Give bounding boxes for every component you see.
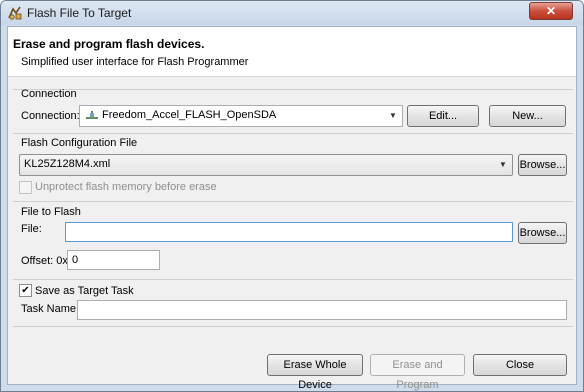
- save-target-task-checkbox[interactable]: ✔: [19, 284, 32, 297]
- window-close-button[interactable]: ✕: [529, 2, 573, 20]
- file-group-title: File to Flash: [21, 206, 81, 218]
- close-button[interactable]: Close: [473, 354, 567, 376]
- file-browse-button[interactable]: Browse...: [518, 222, 567, 244]
- checkmark-icon: ✔: [21, 285, 30, 296]
- save-target-task-label: Save as Target Task: [35, 285, 134, 297]
- dialog-heading: Erase and program flash devices.: [13, 37, 205, 51]
- connection-select[interactable]: Freedom_Accel_FLASH_OpenSDA ▼: [79, 105, 403, 127]
- flash-config-separator: [13, 133, 573, 134]
- dialog-header: Erase and program flash devices. Simplif…: [8, 27, 576, 77]
- task-name-label: Task Name:: [21, 303, 80, 315]
- dialog-window: Flash File To Target ✕ Erase and program…: [0, 0, 584, 392]
- offset-label: Offset: 0x: [21, 255, 68, 267]
- file-input[interactable]: [65, 222, 513, 242]
- file-group-separator: [13, 201, 573, 202]
- offset-input[interactable]: [67, 250, 160, 270]
- file-label: File:: [21, 223, 42, 235]
- title-bar[interactable]: Flash File To Target ✕: [1, 1, 583, 25]
- app-icon: [8, 6, 22, 20]
- chevron-down-icon[interactable]: ▼: [494, 155, 512, 175]
- dialog-description: Simplified user interface for Flash Prog…: [21, 56, 249, 68]
- flash-config-browse-button[interactable]: Browse...: [518, 154, 567, 176]
- dialog-client-area: Erase and program flash devices. Simplif…: [7, 26, 577, 391]
- erase-whole-device-button[interactable]: Erase Whole Device: [267, 354, 363, 391]
- close-icon: ✕: [545, 4, 557, 18]
- unprotect-checkbox[interactable]: [19, 181, 32, 194]
- new-connection-button[interactable]: New...: [489, 105, 566, 127]
- connection-label: Connection:: [21, 110, 80, 122]
- flash-config-group-title: Flash Configuration File: [21, 137, 138, 149]
- connection-group: [13, 89, 573, 90]
- unprotect-label: Unprotect flash memory before erase: [35, 181, 217, 193]
- flash-config-select[interactable]: KL25Z128M4.xml ▼: [19, 154, 513, 176]
- task-group-separator: [13, 279, 573, 280]
- connection-group-title: Connection: [21, 88, 77, 100]
- footer-separator: [13, 326, 573, 327]
- task-name-input[interactable]: [77, 300, 567, 320]
- debug-connection-icon: [86, 111, 98, 119]
- window-title: Flash File To Target: [27, 6, 132, 20]
- connection-value: Freedom_Accel_FLASH_OpenSDA: [102, 109, 277, 121]
- chevron-down-icon[interactable]: ▼: [384, 106, 402, 126]
- flash-config-value: KL25Z128M4.xml: [24, 158, 111, 170]
- erase-and-program-button[interactable]: Erase and Program: [370, 354, 465, 391]
- edit-connection-button[interactable]: Edit...: [407, 105, 479, 127]
